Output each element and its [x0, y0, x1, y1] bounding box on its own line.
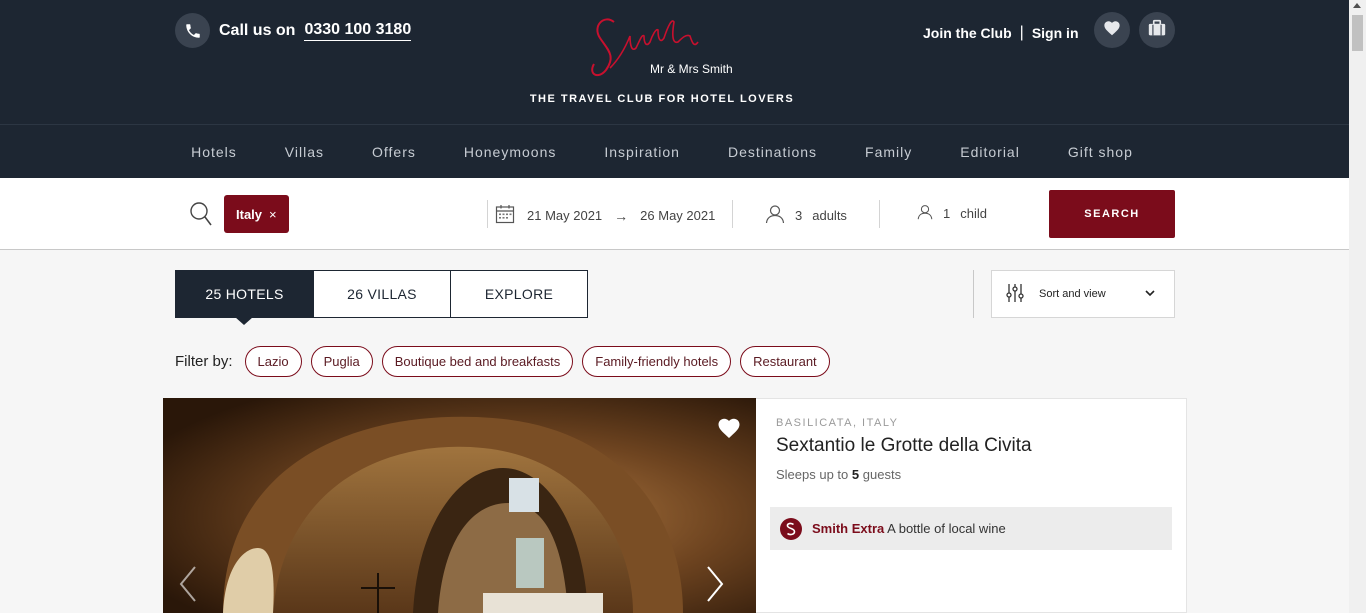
filter-chip-restaurant[interactable]: Restaurant	[740, 346, 830, 377]
scrollbar[interactable]	[1349, 0, 1366, 613]
nav-item-gift-shop[interactable]: Gift shop	[1068, 144, 1133, 160]
date-range[interactable]: 21 May 2021 → 26 May 2021	[495, 204, 715, 227]
location-tag-label: Italy	[236, 206, 263, 222]
scrollbar-thumb[interactable]	[1352, 15, 1363, 51]
sign-in-link[interactable]: Sign in	[1032, 25, 1079, 41]
phone-icon[interactable]	[175, 13, 210, 48]
chevron-right-icon[interactable]	[705, 565, 725, 608]
sleeps-suffix: guests	[862, 467, 902, 482]
nav-item-inspiration[interactable]: Inspiration	[604, 144, 680, 160]
logo[interactable]	[586, 8, 746, 88]
person-icon	[765, 204, 785, 227]
suitcase-icon	[1147, 19, 1167, 42]
calendar-icon	[495, 204, 515, 227]
main-nav: Hotels Villas Offers Honeymoons Inspirat…	[0, 124, 1349, 178]
bookings-button[interactable]	[1139, 12, 1175, 48]
phone-number-link[interactable]: 0330 100 3180	[304, 21, 412, 41]
children-selector[interactable]: 1 child	[917, 204, 987, 223]
tab-villas[interactable]: 26 VILLAS	[313, 270, 451, 318]
nav-item-hotels[interactable]: Hotels	[191, 144, 237, 160]
hotel-region: BASILICATA, ITALY	[776, 417, 899, 429]
filter-bar: Filter by: Lazio Puglia Boutique bed and…	[175, 346, 830, 377]
chevron-left-icon[interactable]	[178, 565, 198, 608]
location-tag[interactable]: Italy ×	[224, 195, 289, 233]
adults-count: 3	[795, 208, 803, 223]
nav-item-offers[interactable]: Offers	[372, 144, 416, 160]
search-icon[interactable]	[189, 201, 213, 232]
call-us: Call us on 0330 100 3180	[175, 13, 412, 48]
divider	[879, 200, 880, 228]
adults-label: adults	[812, 208, 847, 223]
sleeps-prefix: Sleeps up to	[776, 467, 849, 482]
join-club-link[interactable]: Join the Club	[923, 25, 1012, 41]
heart-icon[interactable]	[717, 417, 741, 444]
sleeps-count: 5	[851, 467, 860, 482]
adults-selector[interactable]: 3 adults	[765, 204, 847, 227]
children-count: 1	[943, 206, 951, 221]
nav-item-family[interactable]: Family	[865, 144, 912, 160]
arrow-right-icon: →	[614, 207, 629, 224]
filter-chip-lazio[interactable]: Lazio	[244, 346, 302, 377]
account-links: Join the Club | Sign in	[923, 24, 1079, 42]
remove-tag-icon[interactable]: ×	[269, 207, 277, 222]
call-prefix: Call us on	[219, 21, 296, 39]
nav-item-editorial[interactable]: Editorial	[960, 144, 1020, 160]
filter-label: Filter by:	[175, 353, 233, 370]
sort-label: Sort and view	[1039, 288, 1106, 300]
smith-extra-text: A bottle of local wine	[887, 521, 1006, 536]
hotel-name-link[interactable]: Sextantio le Grotte della Civita	[776, 435, 1032, 457]
child-icon	[917, 204, 933, 223]
logo-subtitle: Mr & Mrs Smith	[650, 62, 733, 76]
nav-item-villas[interactable]: Villas	[285, 144, 324, 160]
sort-dropdown[interactable]: Sort and view	[991, 270, 1175, 318]
check-in-date: 21 May 2021	[527, 208, 603, 223]
children-label: child	[960, 206, 987, 221]
sliders-icon	[1005, 283, 1025, 306]
tagline: THE TRAVEL CLUB FOR HOTEL LOVERS	[529, 93, 795, 105]
filter-chip-family-friendly[interactable]: Family-friendly hotels	[582, 346, 732, 377]
divider	[973, 270, 974, 318]
tab-hotels[interactable]: 25 HOTELS	[175, 270, 314, 325]
favourites-button[interactable]	[1094, 12, 1130, 48]
smith-extra-banner: Smith Extra A bottle of local wine	[770, 507, 1172, 550]
check-out-date: 26 May 2021	[640, 208, 716, 223]
tab-explore[interactable]: EXPLORE	[450, 270, 588, 318]
hotel-sleeps: Sleeps up to 5 guests	[776, 467, 901, 482]
link-separator: |	[1019, 24, 1024, 41]
divider	[487, 200, 488, 228]
heart-icon	[1103, 20, 1121, 41]
smith-extra-icon	[780, 517, 802, 540]
smith-extra-label: Smith Extra	[812, 521, 885, 536]
results-tabs: 25 HOTELS 26 VILLAS EXPLORE	[175, 270, 588, 325]
nav-item-honeymoons[interactable]: Honeymoons	[464, 144, 557, 160]
filter-chip-boutique-bnb[interactable]: Boutique bed and breakfasts	[381, 346, 574, 377]
hotel-image[interactable]	[163, 398, 756, 613]
chevron-down-icon	[1144, 287, 1156, 302]
hotel-info-panel	[756, 398, 1187, 613]
search-button[interactable]: SEARCH	[1049, 190, 1175, 238]
filter-chip-puglia[interactable]: Puglia	[310, 346, 373, 377]
nav-item-destinations[interactable]: Destinations	[728, 144, 817, 160]
divider	[732, 200, 733, 228]
scroll-up-icon[interactable]	[1353, 3, 1361, 8]
